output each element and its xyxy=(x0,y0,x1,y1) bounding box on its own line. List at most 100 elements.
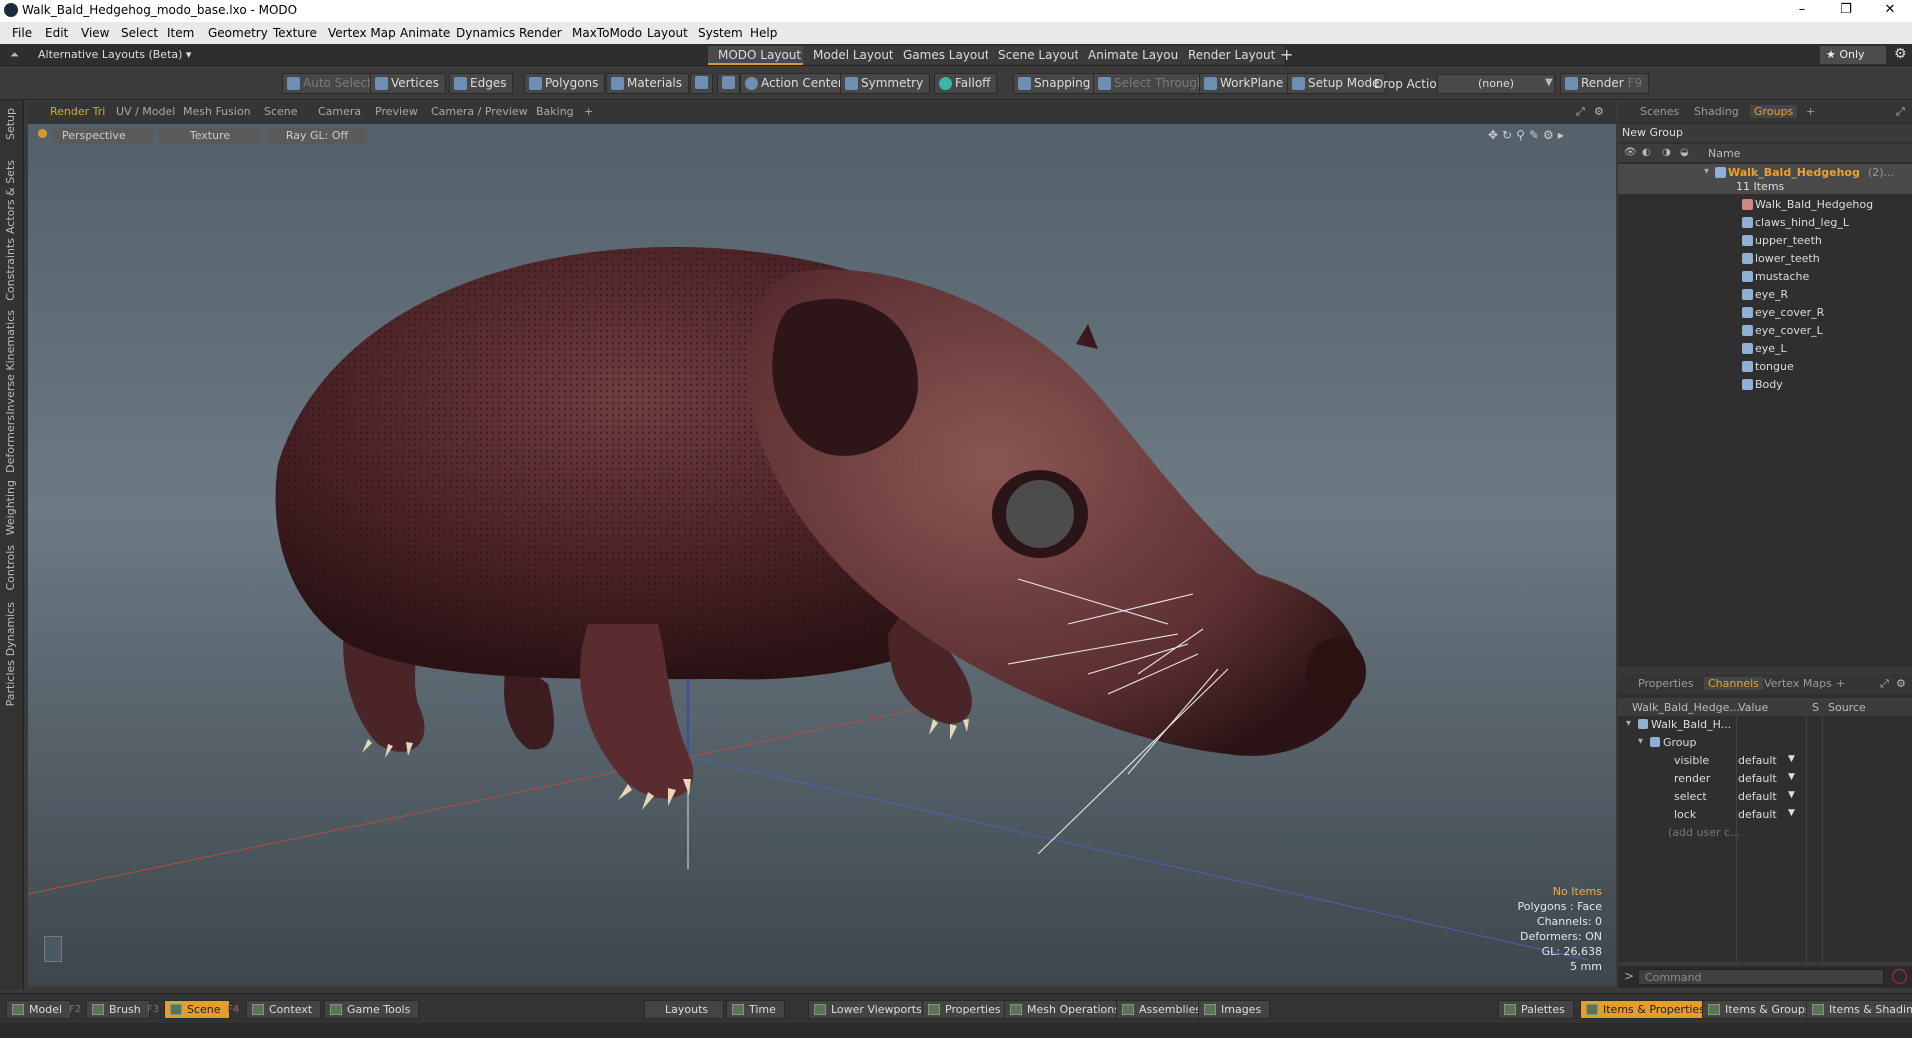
tab-model-layout[interactable]: Model Layout xyxy=(803,46,905,65)
menu-help[interactable]: Help xyxy=(750,26,777,40)
add-tab-button[interactable]: + xyxy=(1806,105,1815,118)
polygons-button[interactable]: Polygons xyxy=(524,73,606,94)
viewport-menu-icon[interactable] xyxy=(38,129,47,138)
tree-item[interactable]: claws_hind_leg_L xyxy=(1618,214,1912,232)
strip-deformers[interactable]: Deformers xyxy=(4,415,17,473)
menu-dynamics[interactable]: Dynamics xyxy=(456,26,515,40)
tab-uv-model[interactable]: UV / Model xyxy=(116,105,175,118)
collapse-icon[interactable]: ⏶ xyxy=(10,48,19,62)
scene-button[interactable]: Scene F4 xyxy=(164,1000,239,1019)
channel-row[interactable]: lock default ▼ xyxy=(1618,806,1912,824)
tab-modo-layout[interactable]: MODO Layout xyxy=(708,46,813,65)
tab-scene-layout[interactable]: Scene Layout xyxy=(988,46,1091,65)
tree-item[interactable]: tongue xyxy=(1618,358,1912,376)
expand-icon[interactable]: ⤢ xyxy=(1576,105,1585,119)
strip-particles[interactable]: Particles xyxy=(4,660,17,706)
channel-row[interactable]: select default ▼ xyxy=(1618,788,1912,806)
gear-icon[interactable]: ⚙ xyxy=(1894,46,1907,62)
channel-value[interactable]: default xyxy=(1738,808,1777,821)
menu-geometry[interactable]: Geometry xyxy=(208,26,268,40)
items-shading-button[interactable]: Items & Shading xyxy=(1806,1000,1912,1019)
tab-scenes[interactable]: Scenes xyxy=(1640,105,1679,118)
game-tools-button[interactable]: Game Tools xyxy=(324,1000,420,1019)
lock-icon[interactable]: ◑ xyxy=(1662,147,1671,158)
render-button[interactable]: Render F9 xyxy=(1560,73,1650,94)
expand-arrow-icon[interactable]: ▾ xyxy=(1626,718,1631,729)
tree-item[interactable]: lower_teeth xyxy=(1618,250,1912,268)
close-button[interactable]: ✕ xyxy=(1868,2,1912,17)
tree-item[interactable]: eye_R xyxy=(1618,286,1912,304)
group-root-row[interactable]: ▾ Walk_Bald_Hedgehog (2)... 11 Items xyxy=(1618,164,1912,194)
snapping-button[interactable]: Snapping xyxy=(1013,73,1098,94)
strip-setup[interactable]: Setup xyxy=(4,108,17,140)
gear-icon[interactable]: ⚙ xyxy=(1896,677,1906,690)
tab-render-tri[interactable]: Render Tri xyxy=(50,105,105,118)
strip-weighting[interactable]: Weighting xyxy=(4,480,17,535)
drop-action-select[interactable]: (none) xyxy=(1437,74,1555,94)
tree-item[interactable]: mustache xyxy=(1618,268,1912,286)
chevron-down-icon[interactable]: ▼ xyxy=(1788,808,1795,818)
menu-animate[interactable]: Animate xyxy=(400,26,450,40)
palettes-button[interactable]: Palettes xyxy=(1498,1000,1574,1019)
menu-file[interactable]: File xyxy=(12,26,32,40)
edges-button[interactable]: Edges xyxy=(449,73,514,94)
tab-baking[interactable]: Baking xyxy=(536,105,574,118)
tab-render-layout[interactable]: Render Layout xyxy=(1178,46,1287,65)
tree-item[interactable]: eye_cover_L xyxy=(1618,322,1912,340)
expand-arrow-icon[interactable]: ▾ xyxy=(1638,736,1643,747)
workplane-button[interactable]: WorkPlane xyxy=(1199,73,1291,94)
shading-dropdown[interactable]: Texture xyxy=(158,128,262,144)
chevron-down-icon[interactable]: ▼ xyxy=(1788,754,1795,764)
item-mode-button[interactable] xyxy=(717,73,740,94)
tab-channels[interactable]: Channels xyxy=(1704,677,1763,690)
symmetry-button[interactable]: Symmetry xyxy=(840,73,931,94)
channel-row[interactable]: render default ▼ xyxy=(1618,770,1912,788)
tab-camera[interactable]: Camera xyxy=(318,105,361,118)
tree-item[interactable]: eye_L xyxy=(1618,340,1912,358)
menu-vertex-map[interactable]: Vertex Map xyxy=(328,26,396,40)
tab-shading[interactable]: Shading xyxy=(1694,105,1739,118)
tree-item[interactable]: eye_cover_R xyxy=(1618,304,1912,322)
tab-scene[interactable]: Scene xyxy=(264,105,298,118)
brush-button[interactable]: Brush F3 xyxy=(86,1000,159,1019)
new-group-button[interactable]: New Group xyxy=(1618,124,1912,142)
tab-properties[interactable]: Properties xyxy=(1638,677,1694,690)
menu-layout[interactable]: Layout xyxy=(647,26,688,40)
strip-controls[interactable]: Controls xyxy=(4,545,17,591)
tab-vertex-maps[interactable]: Vertex Maps xyxy=(1764,677,1832,690)
images-button[interactable]: Images xyxy=(1198,1000,1271,1019)
tree-item[interactable]: upper_teeth xyxy=(1618,232,1912,250)
menu-render[interactable]: Render xyxy=(519,26,562,40)
select-icon[interactable]: ◒ xyxy=(1680,147,1689,158)
record-icon[interactable] xyxy=(1892,969,1907,984)
assemblies-button[interactable]: Assemblies xyxy=(1116,1000,1211,1019)
expand-arrow-icon[interactable]: ▾ xyxy=(1704,166,1709,177)
vertices-button[interactable]: Vertices xyxy=(370,73,446,94)
lower-viewports-button[interactable]: Lower Viewports xyxy=(808,1000,931,1019)
model-button[interactable]: Model F2 xyxy=(6,1000,81,1019)
raygl-toggle[interactable]: Ray GL: Off xyxy=(266,128,368,144)
render-icon[interactable]: ◐ xyxy=(1642,147,1651,158)
strip-actors-sets[interactable]: Actors & Sets xyxy=(4,160,17,234)
tab-groups[interactable]: Groups xyxy=(1750,105,1798,118)
expand-icon[interactable]: ⤢ xyxy=(1896,105,1905,119)
menu-system[interactable]: System xyxy=(698,26,743,40)
channel-value[interactable]: default xyxy=(1738,754,1777,767)
alternative-layouts-dropdown[interactable]: Alternative Layouts (Beta) ▾ xyxy=(38,48,191,61)
tree-item[interactable]: Body xyxy=(1618,376,1912,394)
add-tab-button[interactable]: + xyxy=(1836,677,1845,690)
menu-maxtomodo[interactable]: MaxToModo xyxy=(572,26,642,40)
expand-icon[interactable]: ⤢ xyxy=(1880,677,1889,691)
element-mode-button[interactable] xyxy=(690,73,713,94)
strip-inverse-kinematics[interactable]: Inverse Kinematics xyxy=(4,310,17,415)
channel-root-row[interactable]: ▾ Walk_Bald_H... xyxy=(1618,716,1912,734)
gear-icon[interactable]: ⚙ xyxy=(1594,105,1604,118)
tab-animate-layout[interactable]: Animate Layout xyxy=(1078,46,1194,65)
setup-mode-button[interactable]: Setup Mode xyxy=(1287,73,1387,94)
channel-value[interactable]: default xyxy=(1738,790,1777,803)
command-input[interactable]: Command xyxy=(1638,969,1884,985)
channel-row[interactable]: visible default ▼ xyxy=(1618,752,1912,770)
minimize-button[interactable]: – xyxy=(1780,2,1824,17)
channel-group-row[interactable]: ▾ Group xyxy=(1618,734,1912,752)
chevron-down-icon[interactable]: ▼ xyxy=(1788,790,1795,800)
